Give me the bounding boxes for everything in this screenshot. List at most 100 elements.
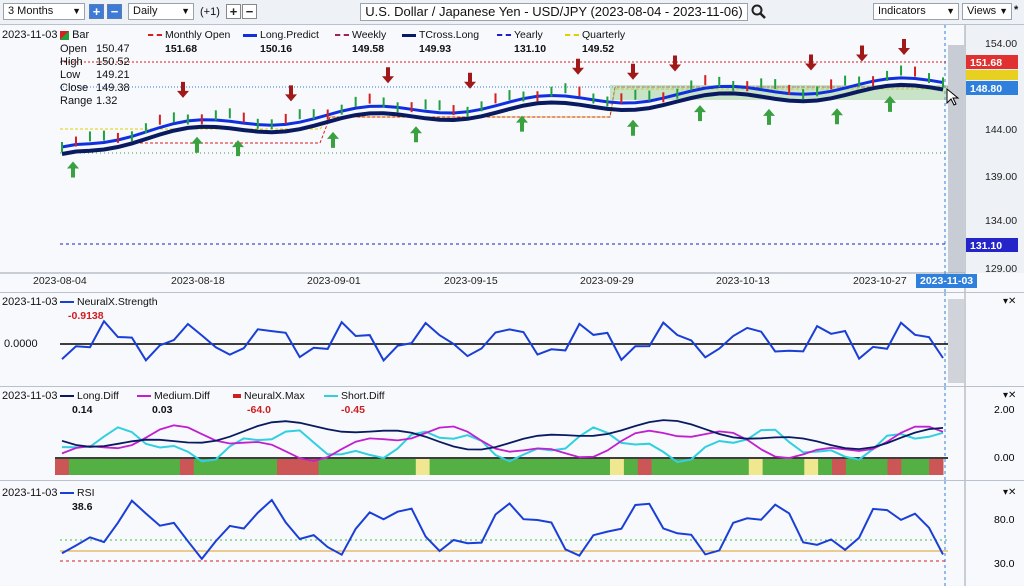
heatbar-cell [693, 459, 708, 475]
heatbar-cell [832, 459, 847, 475]
ohlc-value: 149.38 [96, 82, 130, 94]
legend-neuralx-max[interactable]: NeuralX.Max -64.0 [233, 390, 305, 416]
rsi-pane[interactable]: 80.0 30.0 2023-11-03 RSI 38.6 ▾✕ [0, 480, 1024, 586]
sell-arrow-icon [572, 58, 584, 75]
heatbar-cell [401, 459, 417, 475]
heatbar-cell [360, 459, 375, 475]
long-diff-line [61, 419, 944, 451]
ohlc-key: High [60, 56, 83, 68]
y-tick: 139.00 [985, 171, 1017, 183]
heatbar-cell [582, 459, 597, 475]
offset-minus-button[interactable]: − [242, 4, 257, 19]
heatbar-cell [179, 459, 195, 475]
legend-value: 0.14 [72, 404, 93, 416]
star-icon[interactable]: * [1014, 4, 1018, 16]
heatbar-cell [235, 459, 250, 475]
heatbar-cell [610, 459, 625, 475]
heatbar-cell [429, 459, 444, 475]
heatbar-cell [249, 459, 264, 475]
sell-arrow-icon [285, 85, 297, 102]
heatbar-cell [762, 459, 777, 475]
legend-yearly[interactable]: Yearly 131.10 [497, 29, 546, 55]
heatbar-cell [929, 459, 944, 475]
buy-arrow-icon [327, 131, 339, 148]
interval-value: Daily [133, 5, 158, 17]
legend-weekly[interactable]: Weekly 149.58 [335, 29, 386, 55]
heatbar-cell [873, 459, 888, 475]
bar-label: Bar [72, 29, 90, 41]
pane-date: 2023-11-03 [2, 487, 58, 499]
strength-pane[interactable]: 2023-11-03 NeuralX.Strength -0.9138 0.000… [0, 292, 1024, 387]
legend-quarterly[interactable]: Quarterly 149.52 [565, 29, 625, 55]
legend-label: Long.Predict [260, 29, 319, 41]
legend-medium-diff[interactable]: Medium.Diff 0.03 [137, 390, 210, 416]
legend-long-diff[interactable]: Long.Diff 0.14 [60, 390, 119, 416]
chevron-down-icon: ▼ [72, 6, 81, 16]
views-select[interactable]: Views ▼ [962, 3, 1012, 20]
legend-value: 0.03 [152, 404, 173, 416]
heatbar-cell [818, 459, 833, 475]
interval-select[interactable]: Daily ▼ [128, 3, 194, 20]
indicators-label: Indicators [878, 5, 926, 17]
heatbar-cell [915, 459, 930, 475]
heatbar-cell [82, 459, 98, 475]
legend-strength[interactable]: NeuralX.Strength -0.9138 [60, 296, 158, 322]
y-tick: 0.0000 [4, 338, 38, 350]
y-tick: 30.0 [994, 558, 1015, 570]
heatbar-cell [721, 459, 736, 475]
bar-legend: Bar [60, 29, 89, 42]
x-date: 2023-09-29 [580, 275, 634, 287]
ohlc-value: 150.52 [96, 56, 130, 68]
x-date: 2023-08-04 [33, 275, 87, 287]
close-icon[interactable]: ▾✕ [1003, 296, 1016, 307]
heatbar-cell [637, 459, 653, 475]
price-chart: 154.00 144.00 139.00 134.00 129.00 151.6… [0, 25, 1024, 293]
indicators-select[interactable]: Indicators ▼ [873, 3, 959, 20]
chevron-down-icon: ▼ [181, 6, 190, 16]
pane-date: 2023-11-03 [2, 296, 58, 308]
legend-value: 149.93 [419, 43, 452, 55]
legend-label: Yearly [514, 29, 543, 41]
legend-value: 149.58 [352, 43, 385, 55]
close-icon[interactable]: ▾✕ [1003, 487, 1016, 498]
y-tick: 0.00 [994, 452, 1015, 464]
legend-monthly-open[interactable]: Monthly Open 151.68 [148, 29, 230, 55]
close-icon[interactable]: ▾✕ [1003, 390, 1016, 401]
price-pane[interactable]: 154.00 144.00 139.00 134.00 129.00 151.6… [0, 24, 1024, 293]
heatbar-cell [901, 459, 916, 475]
legend-rsi[interactable]: RSI 38.6 [60, 487, 95, 513]
buy-arrow-icon [232, 140, 244, 157]
sell-arrow-icon [177, 81, 189, 98]
y-tick: 144.00 [985, 124, 1017, 136]
heatbar-cell [540, 459, 555, 475]
buy-arrow-icon [627, 119, 639, 136]
add-button[interactable]: + [89, 4, 104, 19]
period-value: 3 Months [8, 5, 54, 17]
legend-label: Long.Diff [77, 390, 119, 402]
legend-tcross-long[interactable]: TCross.Long 149.93 [402, 29, 479, 55]
heatbar-cell [804, 459, 819, 475]
x-date: 2023-10-13 [716, 275, 770, 287]
rsi-line [61, 498, 944, 561]
remove-button[interactable]: − [107, 4, 122, 19]
heatbar-cell [790, 459, 805, 475]
symbol-title[interactable]: U.S. Dollar / Japanese Yen - USD/JPY (20… [360, 3, 748, 21]
legend-label: NeuralX.Strength [77, 296, 158, 308]
x-date: 2023-10-27 [853, 275, 907, 287]
search-icon[interactable] [751, 4, 767, 20]
sell-arrow-icon [669, 55, 681, 72]
legend-long-predict[interactable]: Long.Predict 150.16 [243, 29, 319, 55]
period-select[interactable]: 3 Months ▼ [3, 3, 85, 20]
legend-value: -64.0 [247, 404, 271, 416]
heatbar-cell [124, 459, 139, 475]
scroll-bar[interactable] [948, 45, 964, 273]
sell-arrow-icon [898, 38, 910, 55]
legend-label: Medium.Diff [154, 390, 210, 402]
diff-pane[interactable]: 2.00 0.00 2023-11-03 Long.Diff 0.14 Mediu… [0, 386, 1024, 481]
sell-arrow-icon [627, 63, 639, 80]
buy-arrow-icon [410, 126, 422, 143]
legend-label: Short.Diff [341, 390, 385, 402]
legend-label: RSI [77, 487, 95, 499]
offset-plus-button[interactable]: + [226, 4, 241, 19]
legend-short-diff[interactable]: Short.Diff -0.45 [324, 390, 385, 416]
